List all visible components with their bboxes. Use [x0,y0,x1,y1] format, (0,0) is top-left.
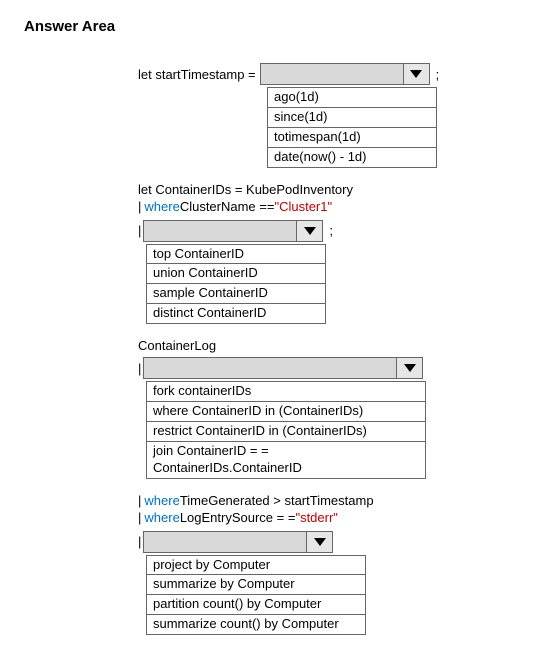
pipe: | [138,223,141,238]
block-3: ContainerLog | fork containerIDs where C… [138,338,523,478]
pipe: | [138,199,141,214]
dropdown-4-options: project by Computer summarize by Compute… [146,555,366,636]
where-keyword: where [144,199,179,214]
timegenerated-text: TimeGenerated > startTimestamp [180,493,374,508]
option[interactable]: distinct ContainerID [147,303,325,323]
chevron-down-icon [306,532,332,552]
block-1: let startTimestamp = ; ago(1d) since(1d)… [138,63,523,168]
option[interactable]: top ContainerID [147,244,325,264]
option[interactable]: summarize by Computer [147,574,365,594]
option[interactable]: join ContainerID = = ContainerIDs.Contai… [147,441,425,478]
logentrysource-text: LogEntrySource = = [180,510,296,525]
pipe: | [138,534,141,549]
option[interactable]: where ContainerID in (ContainerIDs) [147,401,425,421]
page-title: Answer Area [24,18,523,35]
block-4: | where TimeGenerated > startTimestamp |… [138,493,523,636]
containerlog-text: ContainerLog [138,338,216,353]
chevron-down-icon [403,64,429,84]
chevron-down-icon [396,358,422,378]
option[interactable]: sample ContainerID [147,283,325,303]
option[interactable]: project by Computer [147,555,365,575]
let-containerids-text: let ContainerIDs = KubePodInventory [138,182,353,197]
dropdown-2-options: top ContainerID union ContainerID sample… [146,244,326,325]
cluster1-literal: "Cluster1" [274,199,332,214]
clustername-text: ClusterName == [180,199,275,214]
where-keyword: where [144,510,179,525]
semicolon-1: ; [436,67,440,82]
pipe: | [138,493,141,508]
let-starttimestamp-text: let startTimestamp = [138,67,256,82]
dropdown-3[interactable] [143,357,423,379]
dropdown-3-options: fork containerIDs where ContainerID in (… [146,381,426,478]
block-2: let ContainerIDs = KubePodInventory | wh… [138,182,523,325]
chevron-down-icon [296,221,322,241]
pipe: | [138,510,141,525]
option[interactable]: since(1d) [268,107,436,127]
dropdown-4[interactable] [143,531,333,553]
dropdown-1-options: ago(1d) since(1d) totimespan(1d) date(no… [267,87,437,168]
pipe: | [138,361,141,376]
dropdown-2[interactable] [143,220,323,242]
dropdown-1[interactable] [260,63,430,85]
option[interactable]: date(now() - 1d) [268,147,436,167]
option[interactable]: ago(1d) [268,87,436,107]
option[interactable]: restrict ContainerID in (ContainerIDs) [147,421,425,441]
option[interactable]: union ContainerID [147,263,325,283]
where-keyword: where [144,493,179,508]
option[interactable]: fork containerIDs [147,381,425,401]
option[interactable]: partition count() by Computer [147,594,365,614]
semicolon-2: ; [329,223,333,238]
option[interactable]: totimespan(1d) [268,127,436,147]
option[interactable]: summarize count() by Computer [147,614,365,634]
stderr-literal: "stderr" [295,510,337,525]
